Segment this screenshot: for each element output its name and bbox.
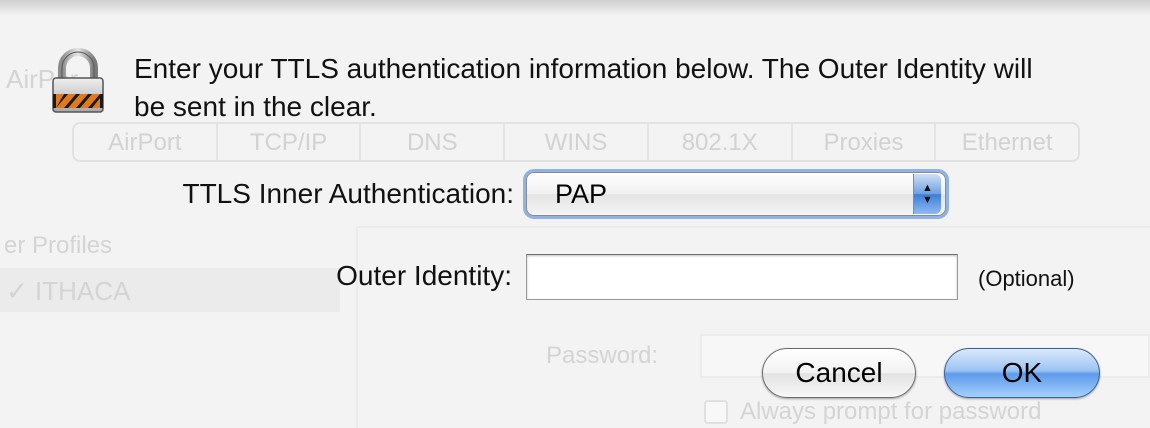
dialog-message: Enter your TTLS authentication informati… xyxy=(134,53,1033,122)
background-tab: DNS xyxy=(361,124,506,160)
background-tab-bar: AirPort TCP/IP DNS WINS 802.1X Proxies E… xyxy=(72,122,1080,162)
ok-button[interactable]: OK xyxy=(944,348,1100,398)
outer-identity-field[interactable] xyxy=(526,254,958,300)
background-profile-item: ✓ ITHACA xyxy=(6,276,131,306)
background-always-prompt: Always prompt for password xyxy=(740,398,1042,425)
lock-icon xyxy=(50,48,106,114)
inner-auth-value: PAP xyxy=(555,178,608,209)
background-tab: 802.1X xyxy=(649,124,793,160)
background-password-label: Password: xyxy=(546,342,659,369)
inner-auth-popup[interactable]: PAP ▲ ▼ xyxy=(526,172,946,216)
background-tab: Ethernet xyxy=(961,129,1053,156)
background-tab: AirPort xyxy=(74,124,218,160)
cancel-button[interactable]: Cancel xyxy=(762,348,916,398)
outer-identity-label: Outer Identity: xyxy=(336,260,512,291)
optional-label: (Optional) xyxy=(978,266,1075,291)
inner-auth-label: TTLS Inner Authentication: xyxy=(182,178,514,209)
background-tab: Proxies xyxy=(793,124,937,160)
background-profiles-heading: er Profiles xyxy=(4,232,113,259)
background-tab: WINS xyxy=(505,124,649,160)
background-checkbox xyxy=(704,400,728,424)
up-down-arrows-icon: ▲ ▼ xyxy=(913,174,941,214)
background-shadow xyxy=(0,0,1150,16)
background-tab: TCP/IP xyxy=(218,124,362,160)
